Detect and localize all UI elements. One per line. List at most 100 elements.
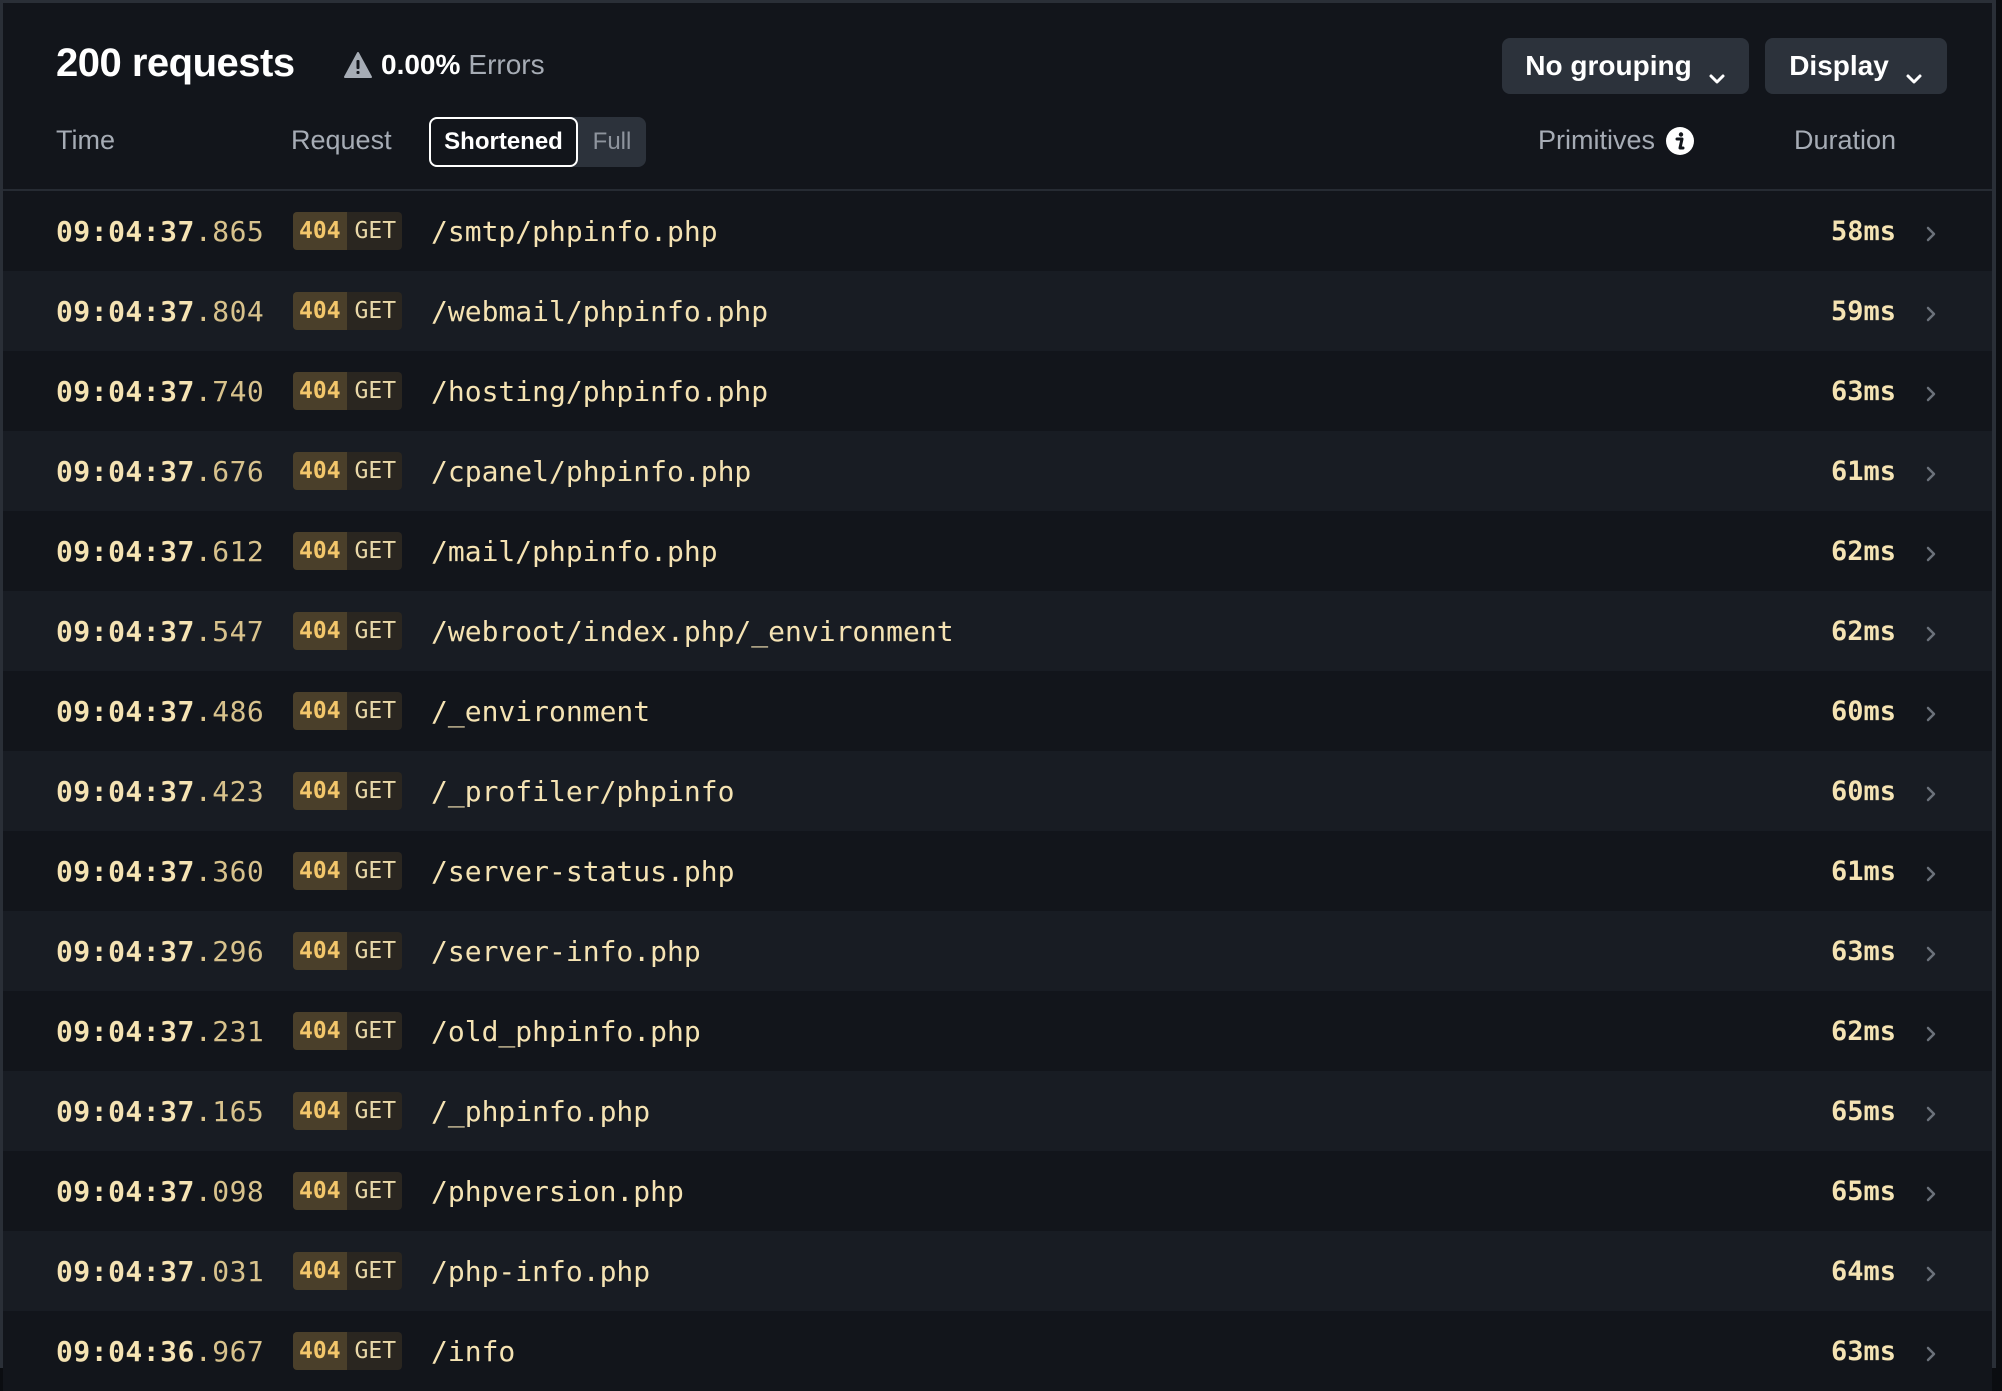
request-list: 09:04:37.865 404 GET/smtp/phpinfo.php 58ms 0… [3,191,1992,1391]
requests-panel: 200 requests 0.00% Errors No grouping Di… [0,0,1996,1391]
primitives-label: Primitives [1538,125,1656,155]
time-ms: .231 [194,1014,265,1048]
request-duration: 63ms [1830,935,1896,967]
chevron-right-icon [1925,1345,1937,1363]
time-main: 09:04:37 [56,1094,195,1128]
time-main: 09:04:37 [56,294,195,328]
http-method: GET [354,1258,397,1284]
request-duration: 61ms [1830,855,1896,887]
request-time: 09:04:37.676 [56,455,264,488]
http-method: GET [354,778,397,804]
time-ms: .098 [194,1174,265,1208]
request-path: /smtp/phpinfo.php [431,214,718,248]
request-time: 09:04:37.165 [56,1095,264,1128]
toggle-full[interactable]: Full [578,117,646,167]
display-dropdown[interactable]: Display [1765,38,1947,94]
request-path: /old_phpinfo.php [431,1014,701,1048]
http-method: GET [354,378,397,404]
error-summary: 0.00% Errors [343,49,545,81]
status-code: 404 [293,612,347,650]
request-path: /hosting/phpinfo.php [431,374,769,408]
time-main: 09:04:36 [56,1334,195,1368]
http-method: GET [354,1178,397,1204]
display-label: Display [1789,50,1889,81]
http-method: GET [354,298,397,324]
request-time: 09:04:37.296 [56,935,264,968]
column-header-primitives: Primitives [1538,125,1695,156]
time-ms: .804 [194,294,265,328]
time-ms: .165 [194,1094,265,1128]
time-main: 09:04:37 [56,1014,195,1048]
column-header-time[interactable]: Time [56,125,115,156]
status-code: 404 [293,1092,347,1130]
status-badge: 404 GET [293,852,403,890]
status-code: 404 [293,1172,347,1210]
http-method: GET [354,1018,397,1044]
request-row[interactable]: 09:04:37.165 404 GET /_phpinfo.php 65ms [3,1071,1992,1151]
request-row[interactable]: 09:04:37.423 404 GET /_profiler/phpinfo 60ms [3,751,1992,831]
status-code: 404 [293,372,347,410]
time-main: 09:04:37 [56,534,195,568]
request-row[interactable]: 09:04:37.031 404 GET/php-info.php 64ms [3,1231,1992,1311]
status-badge: 404 GET [293,772,403,810]
status-badge: 404 GET [293,612,403,650]
request-row[interactable]: 09:04:37.547 404 GET/webroot/index.php/_en… [3,591,1992,671]
chevron-right-icon [1925,1185,1937,1203]
column-header-duration[interactable]: Duration [1794,125,1896,156]
request-duration: 65ms [1830,1095,1896,1127]
grouping-dropdown[interactable]: No grouping [1502,38,1749,94]
chevron-down-icon [1905,60,1923,84]
chevron-right-icon [1925,1105,1937,1123]
time-ms: .612 [194,534,265,568]
status-badge: 404 GET [293,452,403,490]
request-time: 09:04:37.865 [56,215,264,248]
request-duration: 59ms [1830,295,1896,327]
request-row[interactable]: 09:04:37.865 404 GET/smtp/phpinfo.php 58ms [3,191,1992,271]
request-row[interactable]: 09:04:37.360 404 GET/server-status.php 61ms [3,831,1992,911]
http-method: GET [354,1338,397,1364]
request-path: /info [431,1334,516,1368]
time-main: 09:04:37 [56,934,195,968]
request-time: 09:04:37.360 [56,855,264,888]
chevron-right-icon [1925,465,1937,483]
time-main: 09:04:37 [56,1254,195,1288]
chevron-right-icon [1925,785,1937,803]
toggle-shortened[interactable]: Shortened [429,117,578,167]
http-method: GET [354,938,397,964]
chevron-right-icon [1925,945,1937,963]
error-label: Errors [468,49,545,80]
request-duration: 63ms [1830,375,1896,407]
request-time: 09:04:37.031 [56,1255,264,1288]
time-ms: .547 [194,614,265,648]
request-time: 09:04:37.740 [56,375,264,408]
request-row[interactable]: 09:04:37.231 404 GET/old_phpinfo.php 62ms [3,991,1992,1071]
request-time: 09:04:37.486 [56,695,264,728]
time-ms: .423 [194,774,265,808]
chevron-down-icon [1708,60,1726,84]
http-method: GET [354,218,397,244]
chevron-right-icon [1925,1265,1937,1283]
request-row[interactable]: 09:04:37.740 404 GET/hosting/phpinfo.php 63… [3,351,1992,431]
chevron-right-icon [1925,385,1937,403]
status-badge: 404 GET [293,692,403,730]
request-row[interactable]: 09:04:36.967 404 GET/info 63ms [3,1311,1992,1391]
request-row[interactable]: 09:04:37.612 404 GET/mail/phpinfo.php 62ms [3,511,1992,591]
http-method: GET [354,538,397,564]
time-ms: .360 [194,854,265,888]
request-row[interactable]: 09:04:37.676 404 GET/cpanel/phpinfo.php 61m… [3,431,1992,511]
info-icon[interactable] [1665,126,1695,156]
chevron-right-icon [1925,1025,1937,1043]
status-badge: 404 GET [293,1252,403,1290]
status-badge: 404 GET [293,212,403,250]
time-main: 09:04:37 [56,774,195,808]
request-duration: 60ms [1830,775,1896,807]
request-duration: 62ms [1830,1015,1896,1047]
status-badge: 404 GET [293,1332,403,1370]
request-row[interactable]: 09:04:37.296 404 GET/server-info.php 63ms [3,911,1992,991]
request-row[interactable]: 09:04:37.486 404 GET /_environment 60ms [3,671,1992,751]
request-path: /_phpinfo.php [431,1094,651,1128]
request-row[interactable]: 09:04:37.098 404 GET/phpversion.php 65ms [3,1151,1992,1231]
request-path: /webroot/index.php/_environment [431,614,954,648]
time-ms: .967 [194,1334,265,1368]
request-row[interactable]: 09:04:37.804 404 GET/webmail/phpinfo.php 59… [3,271,1992,351]
